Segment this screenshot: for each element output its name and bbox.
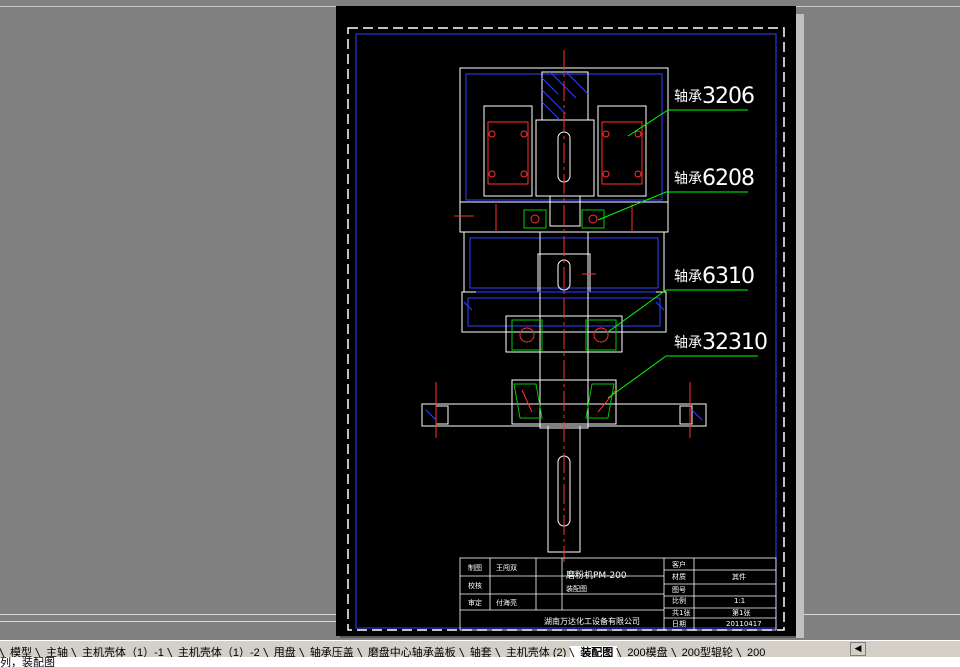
scale-value: 1:1 — [734, 597, 746, 605]
tab-housing-1-2[interactable]: 主机壳体（1）-2 — [168, 646, 264, 657]
designer-label: 制图 — [468, 564, 482, 572]
layout-tab-bar: 模型 主轴 主机壳体（1）-1 主机壳体（1）-2 甩盘 轴承压盖 磨盘中心轴承盖板 轴套 主机… — [0, 640, 960, 657]
designer-name: 王闯双 — [496, 564, 517, 572]
date-value: 20110417 — [726, 620, 762, 628]
title-block: 制图 王闯双 校核 审定 付海亮 磨粉机PM-200 装配图 湖南万达化工设备有… — [460, 558, 776, 630]
checker-label: 校核 — [468, 582, 482, 590]
sheet-edge — [796, 14, 804, 638]
tab-main-shaft[interactable]: 主轴 — [36, 646, 72, 657]
tab-sleeve[interactable]: 轴套 — [460, 646, 496, 657]
approver-name: 付海亮 — [496, 599, 517, 607]
bearing-label-6310: 轴承6310 — [674, 264, 755, 289]
tab-grinding-disk-cover[interactable]: 磨盘中心轴承盖板 — [358, 646, 460, 657]
tab-200-roller[interactable]: 200型辊轮 — [672, 646, 737, 657]
crosshair-horizontal-2 — [0, 621, 336, 622]
bearing-label-3206: 轴承3206 — [674, 84, 755, 109]
tab-housing-2[interactable]: 主机壳体 (2) — [496, 646, 571, 657]
tab-model[interactable]: 模型 — [0, 646, 36, 657]
drawing-no-label: 图号 — [672, 586, 686, 594]
tab-200-die[interactable]: 200模盘 — [617, 646, 671, 657]
bearing-label-6208: 轴承6208 — [674, 166, 755, 191]
tab-bearing-cover[interactable]: 轴承压盖 — [300, 646, 358, 657]
bearing-label-32310: 轴承32310 — [674, 330, 768, 355]
sheet-label: 共1张 — [672, 609, 691, 617]
scale-label: 比例 — [672, 597, 686, 605]
customer-label: 客户 — [672, 561, 686, 569]
company-name: 湖南万达化工设备有限公司 — [544, 617, 640, 626]
drawing-sheet[interactable]: 轴承3206 轴承6208 轴承6310 轴承32310 制图 王闯双 校核 审… — [336, 6, 796, 636]
tab-200-more[interactable]: 200 — [737, 646, 769, 657]
date-label: 日期 — [672, 620, 686, 628]
tab-assembly[interactable]: 装配图 — [570, 646, 618, 657]
drawing-name: 磨粉机PM-200 — [566, 571, 627, 581]
command-line[interactable]: 列，装配图 — [0, 657, 960, 667]
sheet-value: 第1张 — [732, 609, 751, 617]
tab-scroll-left-icon[interactable]: ◀ — [850, 642, 866, 656]
material-label: 材质 — [672, 573, 686, 581]
tab-housing-1-1[interactable]: 主机壳体（1）-1 — [72, 646, 168, 657]
material-value: 其件 — [732, 573, 746, 581]
drawing-subtitle: 装配图 — [566, 585, 587, 593]
tab-sling-disk[interactable]: 甩盘 — [264, 646, 300, 657]
approver-label: 审定 — [468, 599, 482, 607]
